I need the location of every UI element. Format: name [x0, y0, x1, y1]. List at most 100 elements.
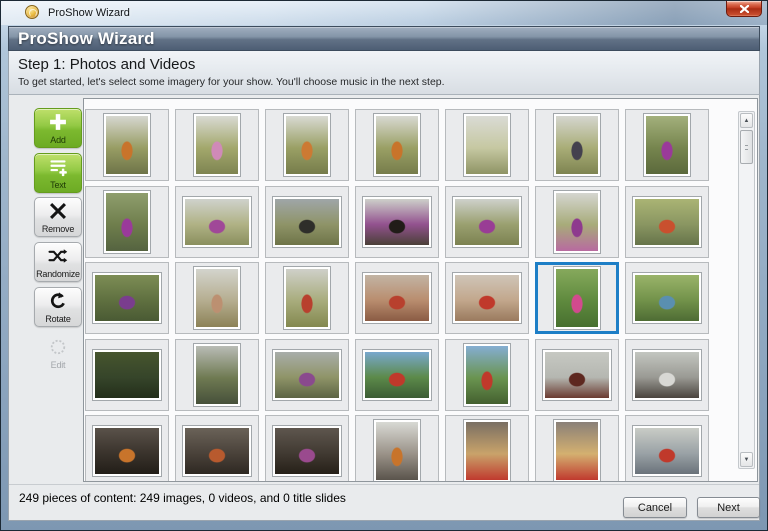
photo-image — [365, 199, 429, 245]
photo-thumbnail[interactable] — [535, 186, 619, 258]
photo-thumbnail[interactable] — [175, 415, 259, 481]
cancel-button[interactable]: Cancel — [623, 497, 687, 518]
photo-thumbnail-selected[interactable] — [535, 262, 619, 334]
photo-thumbnail[interactable] — [175, 109, 259, 181]
scroll-down-button[interactable]: ▼ — [740, 452, 753, 467]
photo-thumbnail[interactable] — [85, 262, 169, 334]
proshow-logo-icon — [25, 5, 39, 19]
toolbar-button-label: Text — [50, 180, 66, 190]
window-title: ProShow Wizard — [48, 7, 130, 19]
next-button[interactable]: Next — [697, 497, 760, 518]
photo-image — [95, 352, 159, 398]
thumb-grip-icon — [745, 145, 748, 150]
photo-image — [196, 346, 238, 404]
photo-image — [466, 346, 508, 404]
vertical-scrollbar[interactable]: ▲ ▼ — [738, 111, 755, 469]
photo-thumbnail[interactable] — [85, 186, 169, 258]
photo-image — [95, 428, 159, 474]
photo-image — [286, 269, 328, 327]
rotate-button[interactable]: Rotate — [34, 287, 82, 327]
x-icon — [48, 201, 68, 221]
randomize-button[interactable]: Randomize — [34, 242, 82, 282]
text-button[interactable]: Text — [34, 153, 82, 193]
photo-image — [95, 275, 159, 321]
photo-image — [106, 193, 148, 251]
toolbar-button-label: Remove — [41, 224, 75, 234]
photo-thumbnail[interactable] — [355, 262, 439, 334]
photo-thumbnail[interactable] — [445, 186, 529, 258]
photo-thumbnail[interactable] — [625, 415, 709, 481]
toolbar-button-label: Randomize — [36, 269, 80, 279]
photo-image — [545, 352, 609, 398]
photo-thumbnail[interactable] — [625, 109, 709, 181]
photo-thumbnail[interactable] — [535, 415, 619, 481]
photo-image — [556, 193, 598, 251]
photo-image — [196, 116, 238, 174]
photo-thumbnail[interactable] — [175, 262, 259, 334]
photo-thumbnail[interactable] — [445, 339, 529, 411]
photo-image — [635, 275, 699, 321]
toolbar: Add Text Remove Randomize Rotate Edit — [9, 95, 83, 520]
shuffle-icon — [48, 246, 68, 266]
photo-thumbnail[interactable] — [355, 109, 439, 181]
thumbnail-grid: ▲ ▼ — [83, 98, 758, 482]
photo-image — [455, 199, 519, 245]
photo-thumbnail[interactable] — [535, 339, 619, 411]
close-button[interactable] — [726, 1, 762, 17]
photo-thumbnail[interactable] — [625, 339, 709, 411]
photo-thumbnail[interactable] — [265, 109, 349, 181]
photo-thumbnail[interactable] — [355, 415, 439, 481]
photo-image — [466, 116, 508, 174]
photo-image — [365, 352, 429, 398]
photo-thumbnail[interactable] — [85, 109, 169, 181]
photo-thumbnail[interactable] — [445, 109, 529, 181]
plus-icon — [48, 112, 68, 132]
wizard-header: ProShow Wizard — [8, 26, 760, 51]
step-subtitle: To get started, let's select some imager… — [18, 76, 445, 88]
photo-image — [185, 199, 249, 245]
photo-thumbnail[interactable] — [625, 262, 709, 334]
photo-thumbnail[interactable] — [85, 339, 169, 411]
edit-button: Edit — [34, 333, 82, 373]
photo-thumbnail[interactable] — [175, 339, 259, 411]
photo-thumbnail[interactable] — [85, 415, 169, 481]
titlebar[interactable]: ProShow Wizard — [1, 1, 767, 25]
photo-image — [275, 199, 339, 245]
photo-image — [635, 352, 699, 398]
photo-thumbnail[interactable] — [265, 339, 349, 411]
photo-image — [455, 275, 519, 321]
photo-thumbnail[interactable] — [445, 415, 529, 481]
photo-image — [106, 116, 148, 174]
up-arrow-icon: ▲ — [743, 117, 750, 124]
step-title: Step 1: Photos and Videos — [18, 56, 196, 73]
photo-image — [635, 199, 699, 245]
photo-image — [365, 275, 429, 321]
photo-image — [196, 269, 238, 327]
photo-image — [635, 428, 699, 474]
photo-thumbnail[interactable] — [625, 186, 709, 258]
photo-thumbnail[interactable] — [265, 262, 349, 334]
photo-image — [275, 428, 339, 474]
step-strip: Step 1: Photos and Videos To get started… — [8, 51, 760, 95]
photo-image — [376, 422, 418, 480]
photo-thumbnail[interactable] — [355, 339, 439, 411]
photo-image — [646, 116, 688, 174]
photo-image — [185, 428, 249, 474]
photo-thumbnail[interactable] — [445, 262, 529, 334]
toolbar-button-label: Add — [50, 135, 66, 145]
down-arrow-icon: ▼ — [743, 456, 750, 463]
content-panel: Add Text Remove Randomize Rotate Edit ▲ ▼ 249… — [8, 95, 760, 521]
photo-thumbnail[interactable] — [265, 415, 349, 481]
remove-button[interactable]: Remove — [34, 197, 82, 237]
scroll-thumb[interactable] — [740, 130, 753, 164]
toolbar-button-label: Rotate — [45, 314, 71, 324]
photo-thumbnail[interactable] — [265, 186, 349, 258]
status-text: 249 pieces of content: 249 images, 0 vid… — [19, 491, 346, 505]
photo-thumbnail[interactable] — [355, 186, 439, 258]
photo-image — [286, 116, 328, 174]
photo-thumbnail[interactable] — [175, 186, 259, 258]
photo-image — [556, 116, 598, 174]
add-button[interactable]: Add — [34, 108, 82, 148]
photo-thumbnail[interactable] — [535, 109, 619, 181]
scroll-up-button[interactable]: ▲ — [740, 113, 753, 128]
